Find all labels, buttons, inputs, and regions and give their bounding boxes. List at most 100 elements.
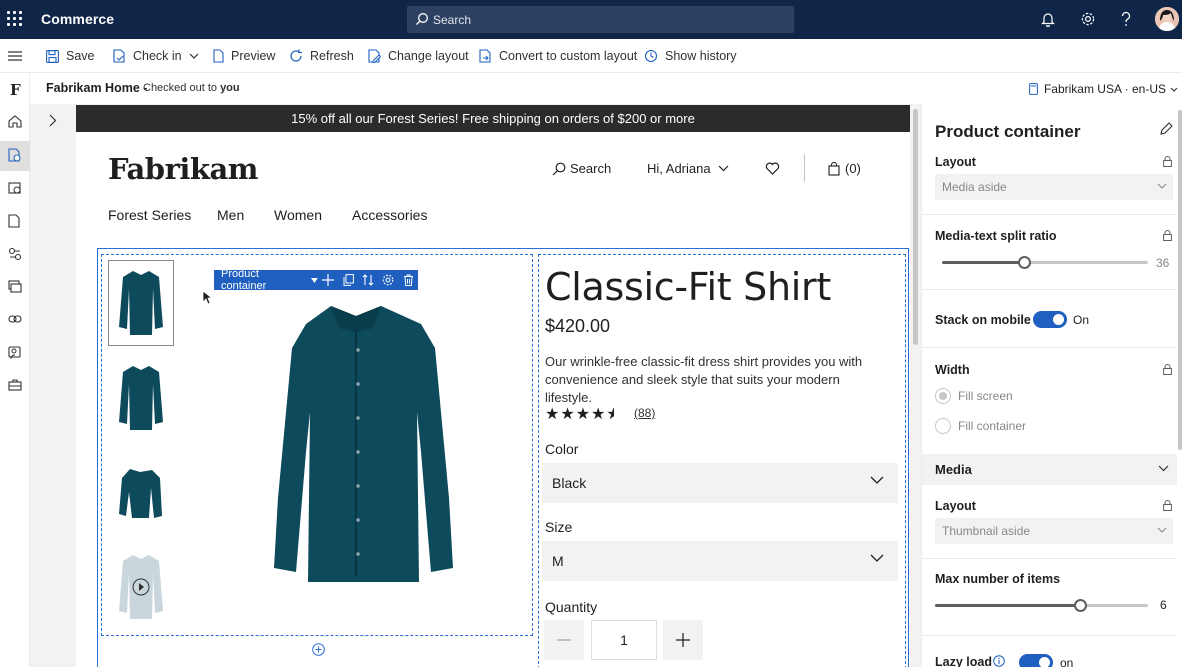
site-search-link[interactable]: Search [552, 161, 611, 176]
fragments-icon[interactable] [8, 181, 22, 195]
chevron-down-icon [870, 554, 884, 562]
divider [922, 289, 1177, 290]
convert-icon [479, 49, 491, 63]
divider [922, 635, 1177, 636]
thumbnail-2[interactable] [108, 354, 174, 440]
site-logo[interactable]: Fabrikam [108, 152, 258, 186]
convert-layout-label: Convert to custom layout [499, 49, 638, 63]
extensions-icon[interactable] [8, 247, 22, 261]
gear-icon[interactable] [1080, 11, 1096, 27]
site-logo-icon[interactable]: F [10, 81, 21, 99]
media-section-header[interactable]: Media [922, 454, 1177, 485]
hamburger-menu-icon[interactable] [8, 51, 22, 61]
width-label: Width [935, 363, 970, 377]
media-section-label: Media [935, 462, 972, 477]
show-history-button[interactable]: Show history [644, 49, 737, 63]
links-icon[interactable] [8, 313, 22, 325]
lazy-load-toggle[interactable] [1019, 654, 1053, 667]
pane-scrollbar[interactable] [1177, 104, 1182, 667]
refresh-button[interactable]: Refresh [289, 49, 354, 63]
split-ratio-label: Media-text split ratio [935, 229, 1057, 243]
add-module-below-icon[interactable] [312, 643, 325, 656]
info-icon[interactable] [993, 655, 1005, 667]
stack-mobile-toggle[interactable] [1033, 311, 1067, 328]
media-layout-dropdown[interactable]: Thumbnail aside [935, 518, 1173, 544]
canvas-scrollbar-thumb[interactable] [913, 109, 918, 345]
delete-icon[interactable] [398, 274, 418, 286]
product-main-image[interactable] [246, 300, 466, 582]
split-ratio-handle[interactable] [1018, 256, 1031, 269]
quantity-increase-button[interactable] [663, 620, 703, 660]
split-ratio-slider[interactable] [942, 256, 1148, 269]
max-items-value: 6 [1160, 598, 1167, 612]
layout-dropdown[interactable]: Media aside [935, 174, 1173, 200]
quantity-decrease-button[interactable] [544, 620, 584, 660]
cart-link[interactable]: (0) [828, 161, 861, 176]
review-count-link[interactable]: (88) [634, 406, 655, 420]
nav-accessories[interactable]: Accessories [352, 207, 427, 223]
user-avatar[interactable] [1155, 7, 1179, 31]
expand-outline-chevron-icon[interactable] [49, 114, 57, 127]
move-icon[interactable] [358, 274, 378, 286]
size-value: M [552, 553, 564, 569]
site-search-label: Search [570, 161, 612, 176]
change-layout-icon [368, 49, 381, 63]
check-in-button[interactable]: Check in [113, 49, 199, 63]
thumbnail-video[interactable] [108, 543, 174, 629]
convert-layout-button[interactable]: Convert to custom layout [479, 49, 637, 63]
search-icon [552, 162, 566, 175]
app-name[interactable]: Commerce [41, 11, 114, 27]
bell-icon[interactable] [1041, 11, 1055, 27]
width-option-label: Fill screen [958, 389, 1013, 403]
wishlist-heart-icon[interactable] [765, 162, 780, 175]
color-dropdown[interactable]: Black [542, 463, 898, 503]
width-fill-screen-radio[interactable]: Fill screen [935, 388, 1013, 404]
split-ratio-fill [942, 261, 1025, 264]
promo-banner[interactable]: 15% off all our Forest Series! Free ship… [76, 105, 910, 132]
account-menu[interactable]: Hi, Adriana [647, 161, 729, 176]
account-greeting: Hi, Adriana [647, 161, 711, 176]
pages-icon[interactable] [8, 148, 22, 163]
locale-label: Fabrikam USA · en-US [1043, 82, 1166, 96]
save-label: Save [66, 49, 95, 63]
max-items-handle[interactable] [1074, 599, 1087, 612]
add-module-icon[interactable] [318, 274, 338, 286]
site-icon [1029, 83, 1038, 95]
thumbnail-3[interactable] [108, 449, 174, 535]
pane-scrollbar-thumb[interactable] [1178, 110, 1182, 450]
copy-icon[interactable] [338, 274, 358, 286]
caret-down-icon [311, 277, 318, 283]
max-items-fill [935, 604, 1081, 607]
preview-button[interactable]: Preview [213, 49, 275, 63]
global-search-input[interactable]: Search [407, 6, 794, 33]
width-fill-container-radio[interactable]: Fill container [935, 418, 1026, 434]
color-label: Color [545, 441, 579, 457]
save-button[interactable]: Save [46, 49, 95, 63]
media-library-icon[interactable] [8, 280, 22, 293]
home-icon[interactable] [8, 115, 22, 128]
size-dropdown[interactable]: M [542, 541, 898, 581]
quantity-input[interactable]: 1 [591, 620, 657, 660]
nav-women[interactable]: Women [274, 207, 322, 223]
chevron-down-icon [718, 165, 729, 172]
change-layout-button[interactable]: Change layout [368, 49, 469, 63]
nav-men[interactable]: Men [217, 207, 244, 223]
app-launcher-icon[interactable] [7, 11, 23, 27]
audiences-icon[interactable] [8, 346, 22, 360]
width-option-label: Fill container [958, 419, 1027, 433]
edit-pencil-icon[interactable] [1160, 122, 1173, 135]
site-settings-icon[interactable] [8, 379, 22, 391]
product-description: Our wrinkle-free classic-fit dress shirt… [545, 354, 863, 405]
top-bar: Commerce Search [0, 0, 1182, 39]
locale-picker[interactable]: Fabrikam USA · en-US [1029, 82, 1178, 96]
thumbnail-1[interactable] [108, 260, 174, 346]
module-selector[interactable]: Product container [214, 268, 318, 292]
templates-icon[interactable] [8, 214, 20, 228]
canvas-scrollbar[interactable] [911, 105, 921, 667]
nav-forest-series[interactable]: Forest Series [108, 207, 191, 223]
help-icon[interactable] [1120, 11, 1132, 27]
search-icon [416, 13, 428, 25]
configure-icon[interactable] [378, 274, 398, 286]
lazy-load-label: Lazy load [935, 655, 992, 667]
max-items-slider[interactable] [935, 599, 1148, 612]
